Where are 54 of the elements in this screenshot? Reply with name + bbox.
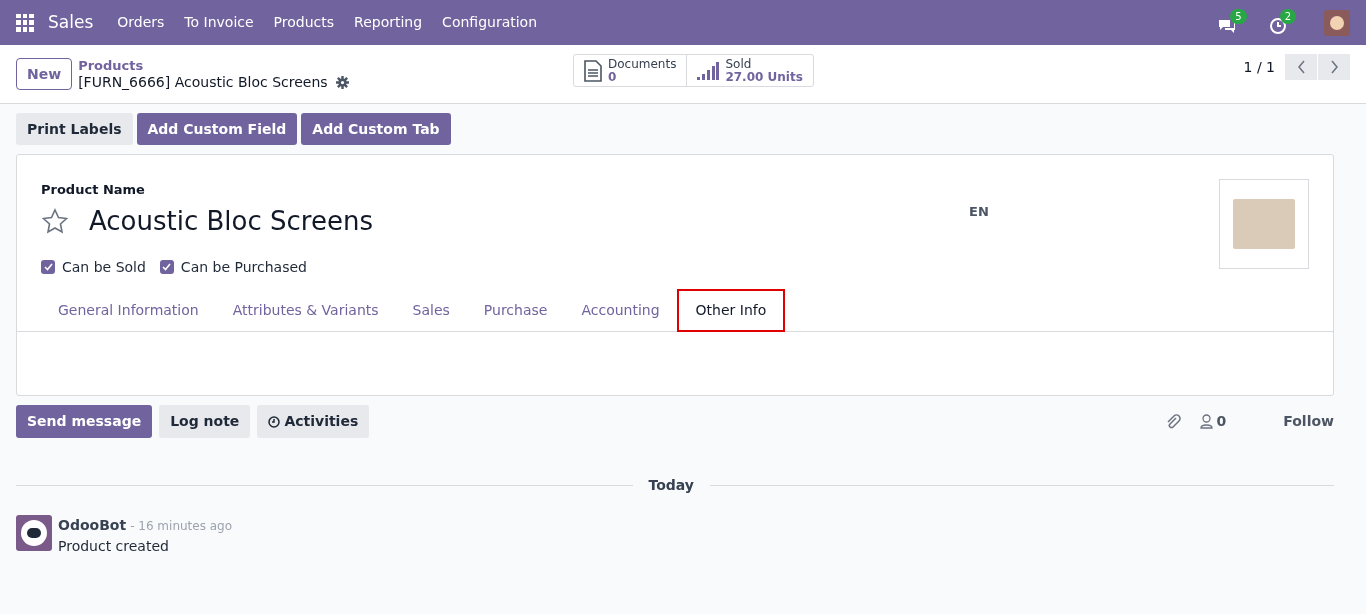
app-name[interactable]: Sales xyxy=(46,9,96,36)
followers-button[interactable]: 0 xyxy=(1200,411,1227,432)
menu-item[interactable]: Products xyxy=(263,12,345,33)
form-tab[interactable]: Other Info xyxy=(676,289,786,332)
stat-button[interactable]: Sold 27.00 Units xyxy=(686,55,813,86)
record-title: [FURN_6666] Acoustic Bloc Screens xyxy=(78,74,328,90)
bot-avatar xyxy=(16,515,52,551)
systray-clock-button[interactable]: 2 xyxy=(1268,10,1296,35)
form-tab[interactable]: Attributes & Variants xyxy=(215,289,396,331)
checkbox-label: Can be Sold xyxy=(62,257,146,277)
message-time: - 16 minutes ago xyxy=(130,518,233,535)
checkbox[interactable] xyxy=(159,260,174,274)
next-button[interactable] xyxy=(1318,54,1350,80)
field-label: Product Name xyxy=(41,181,146,199)
previous-button[interactable] xyxy=(1285,54,1317,80)
chatter-button[interactable]: Activities xyxy=(257,405,370,438)
count-badge: 2 xyxy=(1279,8,1296,24)
settings-icon[interactable] xyxy=(335,75,349,89)
checkbox[interactable] xyxy=(41,260,55,274)
language-label[interactable]: EN xyxy=(969,202,989,222)
breadcrumb-link[interactable]: Products xyxy=(78,58,349,74)
document-icon xyxy=(584,59,602,82)
apps-menu-icon[interactable] xyxy=(16,13,34,32)
clock-icon xyxy=(1268,16,1287,35)
user-avatar[interactable] xyxy=(1324,9,1350,36)
messages-button[interactable]: 5 xyxy=(1217,10,1247,35)
message-body: Product created xyxy=(58,537,170,556)
chatter-button[interactable]: Log note xyxy=(159,405,251,438)
paperclip-icon[interactable] xyxy=(1165,413,1182,430)
checkbox-label: Can be Purchased xyxy=(180,257,307,277)
action-button[interactable]: Add Custom Tab xyxy=(301,113,451,145)
product-name: Acoustic Bloc Screens xyxy=(89,204,373,238)
chatter-button[interactable]: Send message xyxy=(16,405,153,438)
menu-item[interactable]: Configuration xyxy=(432,12,548,33)
message-author: OdooBot xyxy=(58,516,127,535)
menu-item[interactable]: To Invoice xyxy=(174,12,264,33)
form-tab[interactable]: Sales xyxy=(395,289,467,331)
form-tab[interactable]: Purchase xyxy=(466,289,565,331)
form-tab[interactable]: Accounting xyxy=(564,289,677,331)
action-button[interactable]: Add Custom Field xyxy=(136,113,298,145)
person-icon xyxy=(1200,414,1214,429)
pager-value: 1 / 1 xyxy=(1243,57,1275,77)
clock-icon xyxy=(268,415,281,428)
follow-button[interactable]: Follow xyxy=(1283,411,1334,432)
bar-chart-icon xyxy=(697,61,720,80)
menu-item[interactable]: Reporting xyxy=(344,12,433,33)
date-separator: Today xyxy=(647,476,695,495)
count-badge: 5 xyxy=(1230,8,1247,24)
action-button[interactable]: Print Labels xyxy=(16,113,133,145)
star-icon[interactable] xyxy=(41,208,69,234)
menu-item[interactable]: Orders xyxy=(107,12,175,33)
stat-button[interactable]: Documents 0 xyxy=(574,55,687,86)
new-button[interactable]: New xyxy=(16,58,73,90)
form-tab[interactable]: General Information xyxy=(41,289,216,331)
